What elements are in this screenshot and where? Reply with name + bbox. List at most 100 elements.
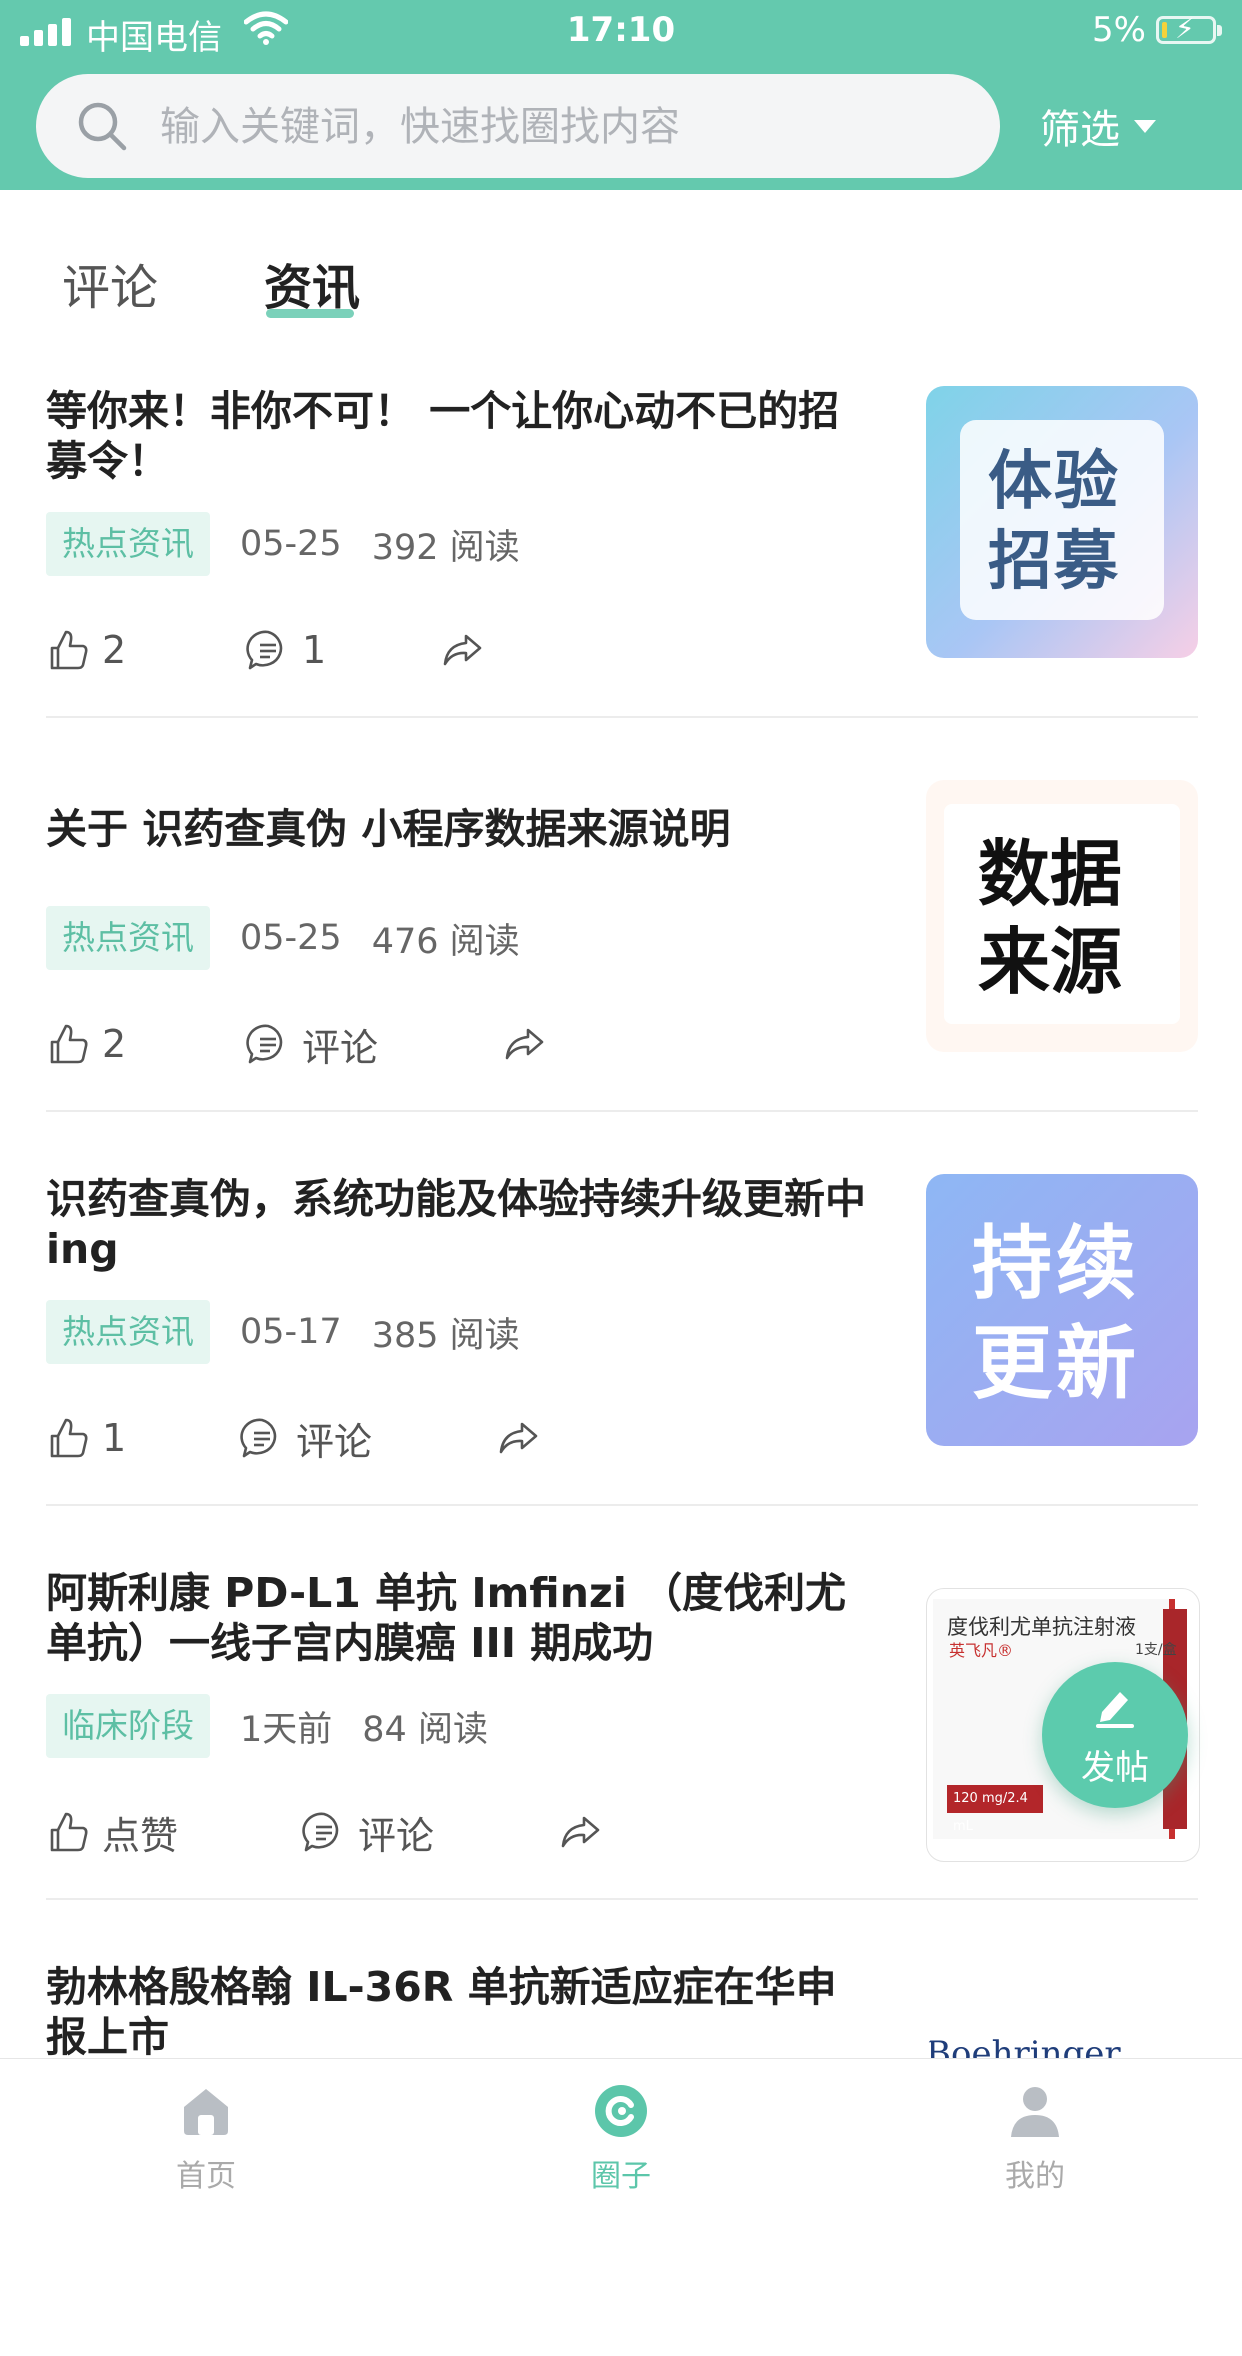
status-time: 17:10 xyxy=(566,10,676,50)
nav-label: 圈子 xyxy=(591,2159,651,2194)
tab-comments[interactable]: 评论 xyxy=(62,248,158,318)
share-icon xyxy=(499,1422,538,1454)
read-count: 385 阅读 xyxy=(371,1315,520,1356)
post-button[interactable]: 发帖 xyxy=(1042,1662,1188,1808)
nav-circle[interactable]: 圈子 xyxy=(541,2081,701,2195)
comment-button[interactable]: 评论 xyxy=(302,1806,434,1858)
circle-icon xyxy=(595,2085,647,2137)
divider xyxy=(46,716,1198,718)
like-count: 2 xyxy=(102,628,127,672)
thumb-text: 英飞凡® xyxy=(949,1641,1014,1660)
news-actions: 1 评论 xyxy=(46,1412,686,1464)
news-meta: 热点资讯 05-25 476 阅读 xyxy=(46,906,520,970)
news-date: 1天前 xyxy=(240,1709,333,1750)
post-button-label: 发帖 xyxy=(1081,1748,1149,1788)
thumb-text: 120 mg/2.4 mL xyxy=(947,1785,1043,1834)
nav-me[interactable]: 我的 xyxy=(955,2081,1115,2195)
like-button[interactable]: 2 xyxy=(46,624,126,676)
news-title[interactable]: 阿斯利康 PD-L1 单抗 Imfinzi （度伐利尤单抗）一线子宫内膜癌 II… xyxy=(46,1568,876,1668)
like-button[interactable]: 2 xyxy=(46,1018,126,1070)
tab-label: 资讯 xyxy=(264,260,361,316)
comment-label: 评论 xyxy=(296,1419,373,1464)
read-count: 476 阅读 xyxy=(371,921,520,962)
search-input[interactable] xyxy=(158,74,982,180)
status-bar: 中国电信 17:10 5% ⚡ xyxy=(0,0,1242,62)
thumb-text: 数据 xyxy=(978,832,1123,916)
news-actions: 2 1 xyxy=(46,624,686,676)
news-title[interactable]: 等你来！非你不可！ 一个让你心动不已的招募令！ xyxy=(46,386,876,486)
news-date: 05-17 xyxy=(240,1312,342,1352)
divider xyxy=(46,1110,1198,1112)
share-icon xyxy=(561,1816,600,1848)
home-icon xyxy=(184,2089,228,2135)
thumb-text: 更新 xyxy=(972,1317,1140,1410)
share-icon xyxy=(505,1028,544,1060)
category-tag: 热点资讯 xyxy=(46,906,210,970)
news-thumbnail[interactable]: 持续 更新 xyxy=(926,1174,1198,1446)
read-count: 84 阅读 xyxy=(362,1709,488,1750)
thumbs-up-icon xyxy=(50,630,88,670)
comment-count: 1 xyxy=(302,628,327,672)
divider xyxy=(46,1898,1198,1900)
comment-label: 评论 xyxy=(358,1813,435,1858)
thumbs-up-icon xyxy=(50,1812,88,1852)
caret-down-icon xyxy=(1134,119,1156,133)
thumb-text: 招募 xyxy=(988,525,1120,599)
comment-icon xyxy=(240,1418,277,1458)
comment-button[interactable]: 1 xyxy=(246,624,326,676)
category-tag: 热点资讯 xyxy=(46,1300,210,1364)
news-item[interactable]: 等你来！非你不可！ 一个让你心动不已的招募令！ 热点资讯 05-25 392 阅… xyxy=(0,386,1242,780)
like-button[interactable]: 1 xyxy=(46,1412,126,1464)
news-meta: 热点资讯 05-17 385 阅读 xyxy=(46,1300,520,1364)
thumb-text: 1支/盒 xyxy=(1135,1642,1177,1658)
thumb-text: 体验 xyxy=(988,445,1120,519)
thumb-text: 持续 xyxy=(972,1217,1140,1310)
person-icon xyxy=(1011,2087,1059,2137)
news-thumbnail[interactable]: 体验 招募 xyxy=(926,386,1198,658)
news-meta: 热点资讯 05-25 392 阅读 xyxy=(46,512,520,576)
news-meta: 临床阶段 1天前 84 阅读 xyxy=(46,1694,488,1758)
news-thumbnail[interactable]: 数据 来源 xyxy=(926,780,1198,1052)
nav-label: 我的 xyxy=(1005,2159,1065,2194)
divider xyxy=(46,1504,1198,1506)
nav-home[interactable]: 首页 xyxy=(126,2081,286,2195)
news-title[interactable]: 识药查真伪，系统功能及体验持续升级更新中 ing xyxy=(46,1174,876,1274)
news-item[interactable]: 识药查真伪，系统功能及体验持续升级更新中 ing 热点资讯 05-17 385 … xyxy=(0,1174,1242,1568)
comment-label: 评论 xyxy=(302,1025,379,1070)
comment-button[interactable]: 评论 xyxy=(246,1018,378,1070)
battery-tip xyxy=(1217,25,1222,36)
edit-icon xyxy=(1096,1692,1134,1728)
filter-label: 筛选 xyxy=(1040,107,1120,153)
thumbs-up-icon xyxy=(50,1418,88,1458)
like-count: 1 xyxy=(102,1416,127,1460)
news-actions: 点赞 评论 xyxy=(46,1806,686,1858)
header: 中国电信 17:10 5% ⚡ 筛选 xyxy=(0,0,1242,190)
news-date: 05-25 xyxy=(240,918,342,958)
category-tag: 临床阶段 xyxy=(46,1694,210,1758)
news-title[interactable]: 关于 识药查真伪 小程序数据来源说明 xyxy=(46,804,876,854)
thumbs-up-icon xyxy=(50,1024,88,1064)
news-title[interactable]: 勃林格殷格翰 IL-36R 单抗新适应症在华申报上市 xyxy=(46,1962,876,2062)
news-date: 05-25 xyxy=(240,524,342,564)
battery-percent: 5% xyxy=(1092,10,1146,50)
comment-button[interactable]: 评论 xyxy=(240,1412,372,1464)
category-tag: 热点资讯 xyxy=(46,512,210,576)
tab-label: 评论 xyxy=(62,260,159,316)
like-label: 点赞 xyxy=(102,1813,179,1858)
news-item[interactable]: 关于 识药查真伪 小程序数据来源说明 热点资讯 05-25 476 阅读 2 评… xyxy=(0,780,1242,1174)
like-count: 2 xyxy=(102,1022,127,1066)
share-button[interactable] xyxy=(558,1806,602,1858)
bottom-nav: 首页 圈子 我的 xyxy=(0,2058,1242,2209)
filter-dropdown[interactable]: 筛选 xyxy=(1040,96,1156,156)
battery-icon: ⚡ xyxy=(1156,15,1216,44)
thumb-text: 来源 xyxy=(978,920,1123,1004)
share-button[interactable] xyxy=(502,1018,546,1070)
search-bar[interactable] xyxy=(36,74,1000,180)
share-button[interactable] xyxy=(496,1412,540,1464)
comment-icon xyxy=(302,1812,339,1852)
share-button[interactable] xyxy=(440,624,484,676)
news-actions: 2 评论 xyxy=(46,1018,686,1070)
tab-news[interactable]: 资讯 xyxy=(264,248,360,318)
share-icon xyxy=(443,634,482,666)
like-button[interactable]: 点赞 xyxy=(46,1806,178,1858)
